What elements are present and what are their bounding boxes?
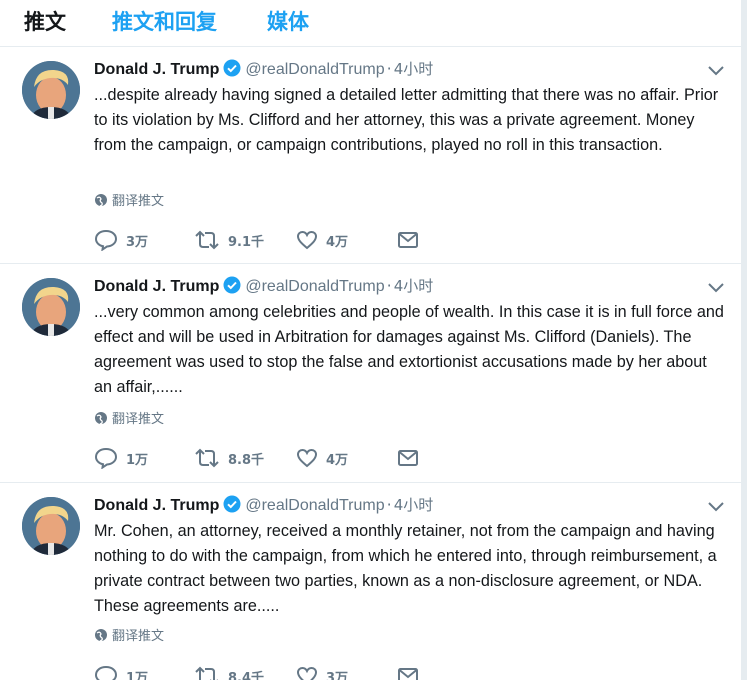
reply-icon <box>94 665 118 680</box>
envelope-icon <box>398 668 418 680</box>
like-button[interactable]: 4万 <box>296 447 348 471</box>
direct-message-button[interactable] <box>397 447 427 471</box>
user-handle[interactable]: @realDonaldTrump <box>245 497 384 514</box>
avatar[interactable] <box>22 278 80 336</box>
tweet-header: Donald J. Trump @realDonaldTrump · 4小时 <box>94 58 433 80</box>
translate-tweet-link[interactable]: 翻译推文 <box>94 193 164 211</box>
tweet-actions: 1万 8.8千 4万 <box>94 447 714 471</box>
tab-media[interactable]: 媒体 <box>267 8 309 36</box>
chevron-down-icon[interactable] <box>707 65 725 77</box>
tweet-header: Donald J. Trump @realDonaldTrump · 4小时 <box>94 494 433 516</box>
tweet-text: ...despite already having signed a detai… <box>94 86 719 154</box>
profile-timeline: 推文 推文和回复 媒体 Donald J. Trump @realDonaldTr… <box>0 0 742 680</box>
tweet-timestamp[interactable]: 4小时 <box>394 60 434 78</box>
avatar[interactable] <box>22 61 80 119</box>
user-handle[interactable]: @realDonaldTrump <box>245 61 384 78</box>
tweet-text: ...very common among celebrities and peo… <box>94 303 724 396</box>
reply-icon <box>94 447 118 470</box>
heart-icon <box>296 230 318 250</box>
translate-label: 翻译推文 <box>112 412 165 427</box>
envelope-icon <box>398 232 418 248</box>
user-handle[interactable]: @realDonaldTrump <box>245 278 384 295</box>
reply-icon <box>94 229 118 252</box>
tweet[interactable]: Donald J. Trump @realDonaldTrump · 4小时 ...v… <box>0 264 741 483</box>
heart-icon <box>296 448 318 468</box>
retweet-count: 9.1千 <box>228 235 265 250</box>
reply-button[interactable]: 1万 <box>94 447 148 471</box>
envelope-icon <box>398 450 418 466</box>
avatar[interactable] <box>22 497 80 555</box>
heart-icon <box>296 666 318 680</box>
reply-count: 1万 <box>126 453 149 468</box>
profile-tabs: 推文 推文和回复 媒体 <box>0 0 741 47</box>
retweet-count: 8.4千 <box>228 671 265 680</box>
separator-dot: · <box>386 276 392 295</box>
reply-button[interactable]: 1万 <box>94 665 148 680</box>
verified-badge-icon <box>223 495 241 519</box>
translate-tweet-link[interactable]: 翻译推文 <box>94 628 164 646</box>
globe-icon <box>95 412 107 425</box>
translate-label: 翻译推文 <box>112 629 165 644</box>
direct-message-button[interactable] <box>397 665 427 680</box>
retweet-icon <box>195 448 219 468</box>
tweet[interactable]: Donald J. Trump @realDonaldTrump · 4小时 ...d… <box>0 47 741 264</box>
like-button[interactable]: 4万 <box>296 229 348 253</box>
user-name[interactable]: Donald J. Trump <box>94 497 219 514</box>
chevron-down-icon[interactable] <box>707 501 725 513</box>
tweet-header: Donald J. Trump @realDonaldTrump · 4小时 <box>94 275 433 297</box>
retweet-icon <box>195 666 218 680</box>
like-count: 4万 <box>326 453 349 468</box>
verified-badge-icon <box>223 276 241 300</box>
retweet-button[interactable]: 8.8千 <box>194 447 264 471</box>
tweet-actions: 3万 9.1千 4万 <box>94 229 714 253</box>
tweet-timestamp[interactable]: 4小时 <box>394 496 434 514</box>
like-count: 4万 <box>326 235 349 250</box>
retweet-button[interactable]: 8.4千 <box>194 665 264 680</box>
translate-tweet-link[interactable]: 翻译推文 <box>94 411 164 429</box>
like-count: 3万 <box>326 671 349 680</box>
tweet[interactable]: Donald J. Trump @realDonaldTrump · 4小时 Mr. … <box>0 483 741 680</box>
like-button[interactable]: 3万 <box>296 665 348 680</box>
globe-icon <box>95 629 107 642</box>
chevron-down-icon[interactable] <box>707 282 725 294</box>
reply-count: 3万 <box>126 235 149 250</box>
tweet-actions: 1万 8.4千 3万 <box>94 665 714 680</box>
user-name[interactable]: Donald J. Trump <box>94 278 219 295</box>
tweet-text: Mr. Cohen, an attorney, received a month… <box>94 522 717 615</box>
verified-badge-icon <box>223 59 241 83</box>
translate-label: 翻译推文 <box>112 194 165 209</box>
retweet-count: 8.8千 <box>228 453 265 468</box>
tweet-timestamp[interactable]: 4小时 <box>394 277 434 295</box>
retweet-button[interactable]: 9.1千 <box>194 229 264 253</box>
separator-dot: · <box>386 495 392 514</box>
separator-dot: · <box>386 59 392 78</box>
user-name[interactable]: Donald J. Trump <box>94 61 219 78</box>
reply-button[interactable]: 3万 <box>94 229 148 253</box>
direct-message-button[interactable] <box>397 229 427 253</box>
globe-icon <box>95 194 107 207</box>
reply-count: 1万 <box>126 671 149 680</box>
retweet-icon <box>195 230 219 250</box>
tab-tweets[interactable]: 推文 <box>24 8 66 36</box>
tab-tweets-and-replies[interactable]: 推文和回复 <box>112 8 217 36</box>
